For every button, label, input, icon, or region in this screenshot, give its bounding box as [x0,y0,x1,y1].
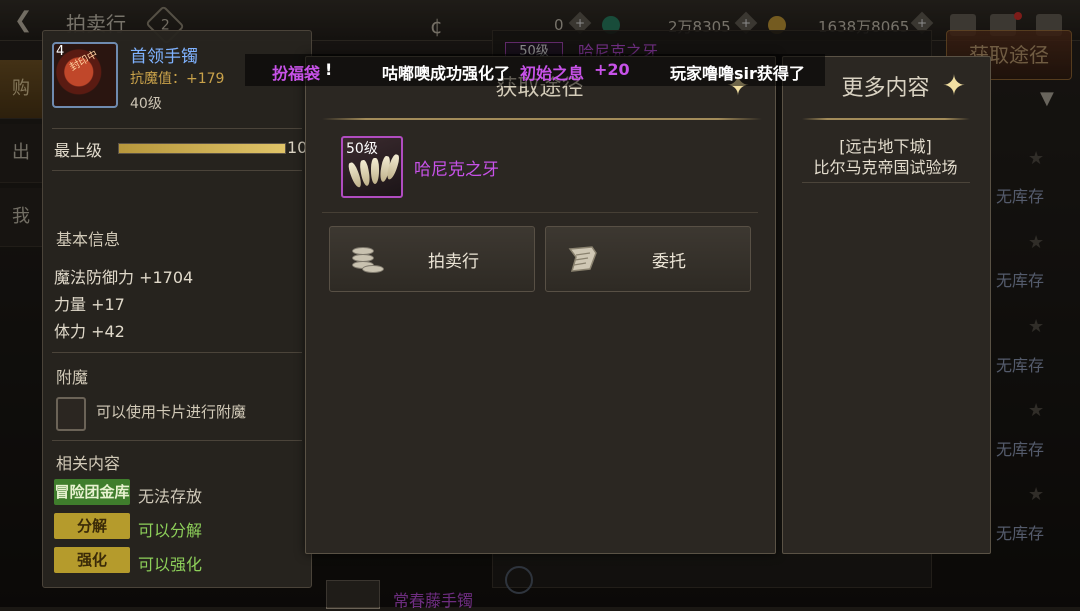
fang-item-name: 哈尼克之牙 [414,160,499,180]
enchant-title: 附魔 [56,368,89,387]
stat-magic-defense: 魔法防御力 +1704 [54,268,194,287]
divider [52,352,302,353]
marquee-text-1: ! [325,60,333,79]
max-level-label: 最上级 [54,141,103,160]
resist-stat: 抗魔值：+179 [130,68,224,88]
tag-enhance: 强化 [54,547,130,573]
title-rule [322,118,762,120]
divider [52,440,302,441]
title-rule [802,118,970,120]
source-commission-button[interactable]: 委托 [545,226,751,292]
source-auction-button[interactable]: 拍卖行 [329,226,535,292]
fang-shape [371,158,379,184]
item-level: 40级 [130,96,162,112]
tag-disassemble: 分解 [54,513,130,539]
announcement-marquee: 扮福袋 ! 咕嘟噢成功强化了 初始之息 +20 玩家噜噜sir获得了 [245,54,825,86]
marquee-text-3: 玩家噜噜sir获得了 [670,64,805,83]
fang-level-badge: 50级 [346,141,378,157]
related-title: 相关内容 [56,454,121,473]
enhance-status: 可以强化 [138,555,203,574]
fang-item-icon[interactable]: 50级 [341,136,403,198]
coin-stack-icon [352,245,384,273]
divider [802,182,970,183]
item-level-badge: 4 [56,44,65,59]
source-commission-label: 委托 [652,252,686,272]
card-slot[interactable] [56,397,86,431]
marquee-text-2: 咕嘟噢成功强化了 [382,64,511,83]
marquee-item-2: 初始之息 [520,64,585,83]
scroll-icon-svg [568,246,597,272]
stat-strength: 力量 +17 [54,295,125,314]
upgrade-progress-bar [118,143,286,154]
divider [52,170,302,171]
item-name: 首领手镯 [130,47,198,67]
tag-adventure-vault: 冒险团金库 [54,479,130,505]
basic-info-title: 基本信息 [56,230,121,249]
divider [52,128,302,129]
marquee-item-2-level: +20 [594,60,630,79]
stat-vitality: 体力 +42 [54,322,125,341]
coin-shape [362,265,384,273]
disassemble-status: 可以分解 [138,521,203,540]
source-auction-label: 拍卖行 [428,252,479,272]
sparkle-icon: ✦ [942,69,966,102]
bracelet-icon: 4 封印中 [52,42,118,108]
more-content-dialog [782,56,991,554]
resist-label: 抗魔值： [130,71,186,87]
acquire-dialog [305,56,776,554]
scroll-icon [566,243,600,275]
marquee-item-1: 扮福袋 [272,64,321,83]
resist-value: +179 [186,71,225,87]
sealed-ribbon: 封印中 [68,48,100,74]
dungeon-name[interactable]: 比尔马克帝国试验场 [782,154,989,178]
divider [322,212,758,213]
vault-status: 无法存放 [138,487,203,506]
enchant-text: 可以使用卡片进行附魔 [96,403,247,421]
upgrade-progress-fill [119,144,285,153]
